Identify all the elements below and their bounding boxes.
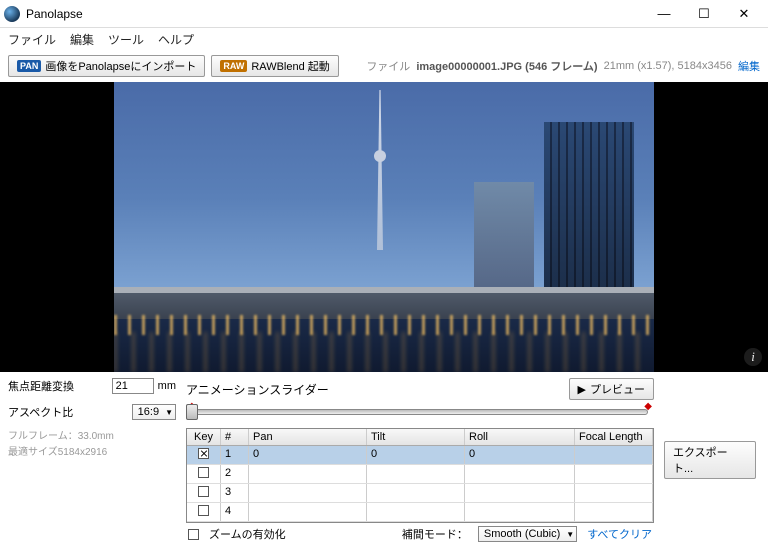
- menu-file[interactable]: ファイル: [8, 31, 56, 48]
- export-button[interactable]: エクスポート...: [664, 441, 756, 479]
- table-header: Key # Pan Tilt Roll Focal Length: [187, 429, 653, 446]
- app-icon: [4, 6, 20, 22]
- row-num: 4: [221, 503, 249, 521]
- row-roll[interactable]: [465, 465, 575, 483]
- row-key-checkbox[interactable]: [198, 467, 209, 478]
- slider-label: アニメーションスライダー: [186, 381, 569, 398]
- info-icon[interactable]: i: [744, 348, 762, 366]
- table-row[interactable]: 3: [187, 484, 653, 503]
- row-fl[interactable]: [575, 503, 653, 521]
- hint-fullframe: フルフレーム：33.0mm: [8, 430, 176, 444]
- center-panel: アニメーションスライダー ▶ プレビュー ◆ ◆ Key # Pan Tilt …: [186, 378, 654, 542]
- table-footer: ズームの有効化 補間モード： Smooth (Cubic) ▼ すべてクリア: [186, 523, 654, 542]
- preview-btn-label: プレビュー: [590, 381, 645, 397]
- file-prefix: ファイル: [366, 58, 410, 74]
- row-pan[interactable]: [249, 503, 367, 521]
- aspect-value: 16:9: [138, 406, 159, 418]
- preview-area: i: [0, 82, 768, 372]
- row-tilt[interactable]: [367, 465, 465, 483]
- row-pan[interactable]: [249, 465, 367, 483]
- col-num[interactable]: #: [221, 429, 249, 445]
- import-button[interactable]: PAN 画像をPanolapseにインポート: [8, 55, 205, 77]
- export-label: エクスポート...: [673, 444, 747, 476]
- interp-select[interactable]: Smooth (Cubic) ▼: [478, 526, 577, 542]
- slider-knob[interactable]: [186, 404, 198, 420]
- row-tilt[interactable]: [367, 484, 465, 502]
- window-buttons: — ☐ ✕: [644, 1, 764, 27]
- chevron-down-icon: ▼: [165, 408, 173, 417]
- rawblend-button[interactable]: RAW RAWBlend 起動: [211, 55, 338, 77]
- row-num: 1: [221, 446, 249, 464]
- zoom-enable-checkbox[interactable]: [188, 529, 199, 540]
- clear-all-link[interactable]: すべてクリア: [587, 526, 652, 542]
- file-meta: 21mm (x1.57), 5184x3456: [604, 60, 732, 72]
- col-roll[interactable]: Roll: [465, 429, 575, 445]
- aspect-select[interactable]: 16:9 ▼: [132, 404, 176, 420]
- row-pan[interactable]: 0: [249, 446, 367, 464]
- minimize-button[interactable]: —: [644, 1, 684, 27]
- row-roll[interactable]: [465, 503, 575, 521]
- chevron-down-icon: ▼: [566, 530, 574, 539]
- focal-label: 焦点距離変換: [8, 378, 108, 394]
- col-tilt[interactable]: Tilt: [367, 429, 465, 445]
- row-pan[interactable]: [249, 484, 367, 502]
- pan-badge: PAN: [17, 60, 41, 72]
- row-fl[interactable]: [575, 484, 653, 502]
- row-num: 3: [221, 484, 249, 502]
- row-key-checkbox[interactable]: [198, 486, 209, 497]
- interp-label: 補間モード：: [402, 526, 468, 542]
- menubar: ファイル 編集 ツール ヘルプ: [0, 28, 768, 50]
- row-tilt[interactable]: [367, 503, 465, 521]
- keyframe-table: Key # Pan Tilt Roll Focal Length 1000234: [186, 428, 654, 523]
- focal-input[interactable]: [112, 378, 154, 394]
- row-tilt[interactable]: 0: [367, 446, 465, 464]
- table-row[interactable]: 2: [187, 465, 653, 484]
- file-name: image00000001.JPG (546 フレーム): [416, 58, 597, 74]
- row-roll[interactable]: 0: [465, 446, 575, 464]
- interp-value: Smooth (Cubic): [484, 528, 560, 540]
- toolbar: PAN 画像をPanolapseにインポート RAW RAWBlend 起動 フ…: [0, 50, 768, 82]
- row-fl[interactable]: [575, 446, 653, 464]
- animation-slider[interactable]: ◆ ◆: [186, 402, 654, 422]
- rawblend-label: RAWBlend 起動: [251, 58, 329, 74]
- table-row[interactable]: 1000: [187, 446, 653, 465]
- raw-badge: RAW: [220, 60, 247, 72]
- left-panel: 焦点距離変換 mm アスペクト比 16:9 ▼ フルフレーム：33.0mm 最適…: [8, 378, 176, 542]
- menu-edit[interactable]: 編集: [70, 31, 94, 48]
- window-title: Panolapse: [26, 7, 644, 21]
- zoom-enable-label: ズームの有効化: [209, 526, 286, 542]
- row-key-checkbox[interactable]: [198, 505, 209, 516]
- lower-panel: 焦点距離変換 mm アスペクト比 16:9 ▼ フルフレーム：33.0mm 最適…: [0, 372, 768, 546]
- import-label: 画像をPanolapseにインポート: [45, 58, 196, 74]
- row-fl[interactable]: [575, 465, 653, 483]
- keyframe-mark-end[interactable]: ◆: [644, 401, 652, 412]
- maximize-button[interactable]: ☐: [684, 1, 724, 27]
- focal-unit: mm: [158, 380, 176, 392]
- menu-tool[interactable]: ツール: [108, 31, 144, 48]
- close-button[interactable]: ✕: [724, 1, 764, 27]
- preview-image[interactable]: [114, 82, 654, 372]
- file-info: ファイル image00000001.JPG (546 フレーム) 21mm (…: [366, 58, 760, 74]
- row-num: 2: [221, 465, 249, 483]
- col-key[interactable]: Key: [187, 429, 221, 445]
- aspect-label: アスペクト比: [8, 404, 128, 420]
- row-roll[interactable]: [465, 484, 575, 502]
- col-pan[interactable]: Pan: [249, 429, 367, 445]
- right-panel: エクスポート...: [664, 378, 760, 542]
- table-row[interactable]: 4: [187, 503, 653, 522]
- hint-bestsize: 最適サイズ5184x2916: [8, 446, 176, 460]
- play-icon: ▶: [578, 383, 586, 396]
- file-edit-link[interactable]: 編集: [738, 58, 760, 74]
- preview-button[interactable]: ▶ プレビュー: [569, 378, 654, 400]
- row-key-checkbox[interactable]: [198, 448, 209, 459]
- titlebar: Panolapse — ☐ ✕: [0, 0, 768, 28]
- menu-help[interactable]: ヘルプ: [158, 31, 194, 48]
- col-fl[interactable]: Focal Length: [575, 429, 653, 445]
